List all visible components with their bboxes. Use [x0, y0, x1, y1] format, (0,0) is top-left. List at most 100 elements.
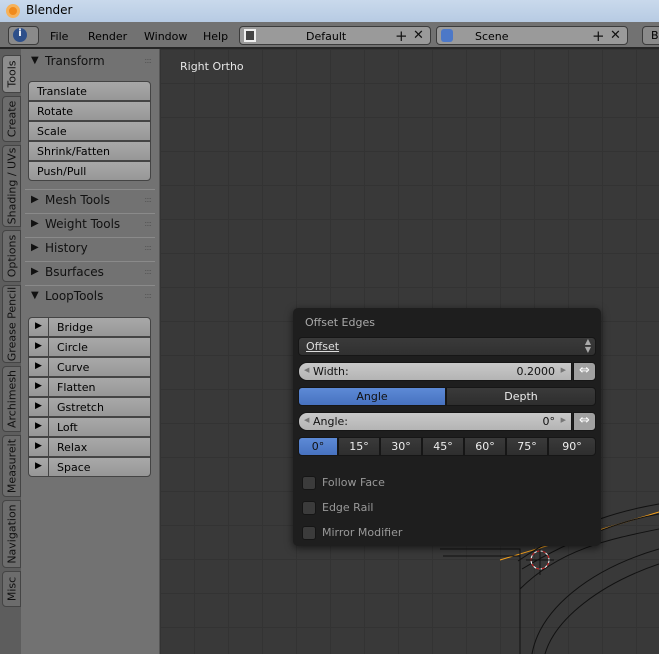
scene-name: Scene [475, 30, 509, 43]
horizontal-arrows-icon: ⇔ [579, 413, 590, 428]
tab-measureit[interactable]: Measureit [2, 435, 21, 497]
operator-title: Offset Edges [305, 316, 375, 329]
shrink-fatten-button[interactable]: Shrink/Fatten [28, 141, 151, 161]
follow-face-checkbox[interactable] [302, 476, 316, 490]
mirror-modifier-checkbox[interactable] [302, 526, 316, 540]
collapsed-arrow-icon: ▶ [31, 194, 39, 205]
collapsed-arrow-icon: ▶ [31, 218, 39, 229]
tab-misc[interactable]: Misc [2, 571, 21, 607]
angle-preset-4[interactable]: 60° [464, 437, 506, 456]
panel-transform-header[interactable]: ▼ Transform:::: [25, 51, 155, 73]
info-icon: i [13, 28, 27, 42]
tab-tools[interactable]: Tools [2, 55, 21, 93]
width-field[interactable]: ◀ Width: 0.2000 ▶ [298, 362, 572, 381]
play-arrow-icon[interactable]: ▶ [29, 438, 49, 456]
scene-icon [441, 29, 453, 42]
tab-navigation[interactable]: Navigation [2, 500, 21, 568]
play-arrow-icon[interactable]: ▶ [29, 318, 49, 336]
editor-type-button[interactable]: i [8, 26, 39, 45]
angle-preset-6[interactable]: 90° [548, 437, 596, 456]
blender-logo-icon [6, 4, 20, 18]
angle-preset-0[interactable]: 0° [298, 437, 338, 456]
panel-bsurfaces-header[interactable]: ▶ Bsurfaces:::: [25, 261, 155, 283]
mode-value: Offset [306, 340, 340, 353]
layout-name: Default [306, 30, 347, 43]
looptools-gstretch-button[interactable]: ▶ Gstretch [28, 397, 151, 417]
drag-grip-icon[interactable]: :::: [144, 291, 152, 300]
expanded-arrow-icon: ▼ [31, 290, 39, 301]
tab-archimesh[interactable]: Archimesh [2, 366, 21, 432]
looptools-bridge-button[interactable]: ▶ Bridge [28, 317, 151, 337]
layout-icon [244, 29, 256, 42]
collapsed-arrow-icon: ▶ [31, 266, 39, 277]
looptools-relax-button[interactable]: ▶ Relax [28, 437, 151, 457]
edge-rail-label: Edge Rail [322, 501, 374, 514]
tab-create[interactable]: Create [2, 96, 21, 142]
looptools-loft-button[interactable]: ▶ Loft [28, 417, 151, 437]
close-icon[interactable]: ✕ [610, 28, 621, 43]
button-label: Circle [57, 341, 88, 354]
close-icon[interactable]: ✕ [413, 28, 424, 43]
play-arrow-icon[interactable]: ▶ [29, 338, 49, 356]
screen-layout-selector[interactable]: Default + ✕ [239, 26, 431, 45]
panel-history-header[interactable]: ▶ History:::: [25, 237, 155, 259]
looptools-circle-button[interactable]: ▶ Circle [28, 337, 151, 357]
decrement-arrow-icon[interactable]: ◀ [304, 366, 309, 374]
decrement-arrow-icon[interactable]: ◀ [304, 416, 309, 424]
panel-label: Mesh Tools [45, 193, 110, 207]
button-label: Loft [57, 421, 78, 434]
drag-grip-icon[interactable]: :::: [144, 267, 152, 276]
width-link-button[interactable]: ⇔ [573, 362, 596, 381]
panel-mesh-tools-header[interactable]: ▶ Mesh Tools:::: [25, 189, 155, 211]
panel-label: Weight Tools [45, 217, 121, 231]
scene-selector[interactable]: Scene + ✕ [436, 26, 628, 45]
tab-grease-pencil[interactable]: Grease Pencil [2, 285, 21, 363]
increment-arrow-icon[interactable]: ▶ [561, 366, 566, 374]
angle-preset-2[interactable]: 30° [380, 437, 422, 456]
looptools-space-button[interactable]: ▶ Space [28, 457, 151, 477]
menu-file[interactable]: File [50, 30, 68, 43]
play-arrow-icon[interactable]: ▶ [29, 378, 49, 396]
up-down-arrows-icon: ▲ ▼ [584, 337, 591, 354]
play-arrow-icon[interactable]: ▶ [29, 398, 49, 416]
tool-shelf: ▼ Transform:::: Translate Rotate Scale Sh… [21, 49, 160, 654]
tab-shading-uvs[interactable]: Shading / UVs [2, 145, 21, 227]
drag-grip-icon[interactable]: :::: [144, 56, 152, 65]
play-arrow-icon[interactable]: ▶ [29, 458, 49, 476]
tab-depth[interactable]: Depth [446, 387, 596, 406]
tool-shelf-tabs: Tools Create Shading / UVs Options Greas… [0, 49, 21, 654]
menu-window[interactable]: Window [144, 30, 187, 43]
push-pull-button[interactable]: Push/Pull [28, 161, 151, 181]
drag-grip-icon[interactable]: :::: [144, 243, 152, 252]
panel-looptools-header[interactable]: ▼ LoopTools:::: [25, 285, 155, 307]
looptools-flatten-button[interactable]: ▶ Flatten [28, 377, 151, 397]
edge-rail-checkbox[interactable] [302, 501, 316, 515]
tab-angle[interactable]: Angle [298, 387, 446, 406]
add-icon[interactable]: + [395, 27, 408, 45]
header-button[interactable]: B [642, 26, 659, 45]
angle-preset-1[interactable]: 15° [338, 437, 380, 456]
drag-grip-icon[interactable]: :::: [144, 195, 152, 204]
looptools-curve-button[interactable]: ▶ Curve [28, 357, 151, 377]
add-icon[interactable]: + [592, 27, 605, 45]
drag-grip-icon[interactable]: :::: [144, 219, 152, 228]
rotate-button[interactable]: Rotate [28, 101, 151, 121]
play-arrow-icon[interactable]: ▶ [29, 418, 49, 436]
play-arrow-icon[interactable]: ▶ [29, 358, 49, 376]
angle-field[interactable]: ◀ Angle: 0° ▶ [298, 412, 572, 431]
panel-label: Bsurfaces [45, 265, 104, 279]
button-label: Space [57, 461, 91, 474]
angle-preset-5[interactable]: 75° [506, 437, 548, 456]
menu-render[interactable]: Render [88, 30, 127, 43]
angle-preset-3[interactable]: 45° [422, 437, 464, 456]
scale-button[interactable]: Scale [28, 121, 151, 141]
menu-help[interactable]: Help [203, 30, 228, 43]
mode-dropdown[interactable]: Offset ▲ ▼ [298, 337, 596, 356]
tab-options[interactable]: Options [2, 230, 21, 282]
window-title: Blender [26, 3, 73, 17]
angle-link-button[interactable]: ⇔ [573, 412, 596, 431]
translate-button[interactable]: Translate [28, 81, 151, 101]
increment-arrow-icon[interactable]: ▶ [561, 416, 566, 424]
panel-weight-tools-header[interactable]: ▶ Weight Tools:::: [25, 213, 155, 235]
button-label: Flatten [57, 381, 96, 394]
